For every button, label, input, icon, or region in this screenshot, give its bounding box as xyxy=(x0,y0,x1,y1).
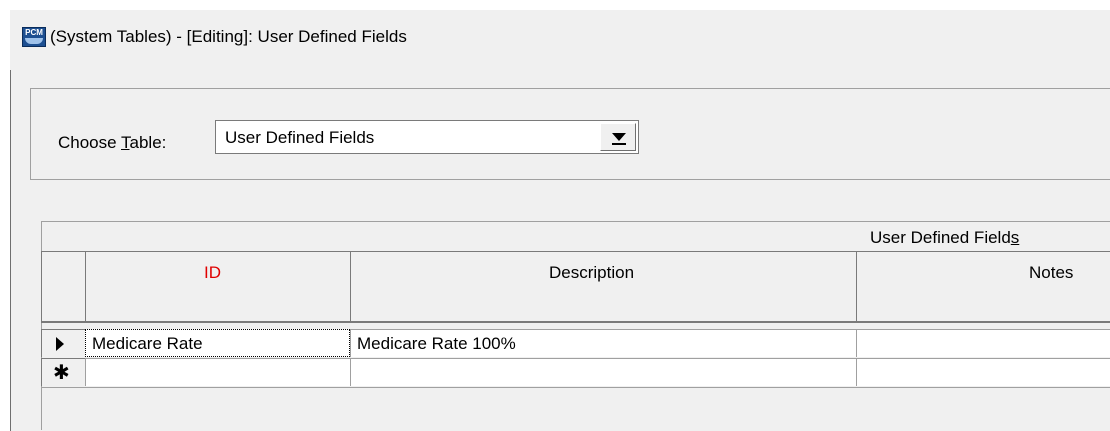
grid-caption: User Defined Fields xyxy=(870,228,1020,247)
column-header-id-label: ID xyxy=(204,263,221,282)
new-cell-id[interactable] xyxy=(85,358,350,386)
column-header-description-label: Description xyxy=(549,263,635,282)
cell-notes[interactable] xyxy=(856,329,1110,357)
dropdown-button[interactable] xyxy=(600,123,636,151)
chevron-down-icon xyxy=(612,133,626,141)
record-selector-current[interactable] xyxy=(41,329,85,357)
column-header-description[interactable]: Description xyxy=(350,251,856,323)
grid-row-divider xyxy=(41,387,1110,388)
column-header-notes-label: Notes xyxy=(1029,263,1074,282)
cell-description[interactable]: Medicare Rate 100% xyxy=(350,329,856,357)
cell-id[interactable]: Medicare Rate xyxy=(85,329,350,357)
choose-table-dropdown[interactable]: User Defined Fields xyxy=(215,120,639,154)
record-selector-new[interactable]: ✱ xyxy=(41,358,85,386)
current-record-arrow-icon xyxy=(56,337,64,351)
new-cell-notes[interactable] xyxy=(856,358,1110,386)
app-logo-icon: PCM xyxy=(22,27,46,47)
new-record-star-icon: ✱ xyxy=(53,362,70,384)
new-cell-description[interactable] xyxy=(350,358,856,386)
window-title: (System Tables) - [Editing]: User Define… xyxy=(50,27,407,46)
choose-table-value: User Defined Fields xyxy=(225,128,375,147)
record-selector-header xyxy=(41,251,85,323)
column-header-id[interactable]: ID xyxy=(85,251,350,323)
choose-table-label: Choose Table: xyxy=(58,133,167,152)
column-header-notes[interactable]: Notes xyxy=(856,251,1110,323)
